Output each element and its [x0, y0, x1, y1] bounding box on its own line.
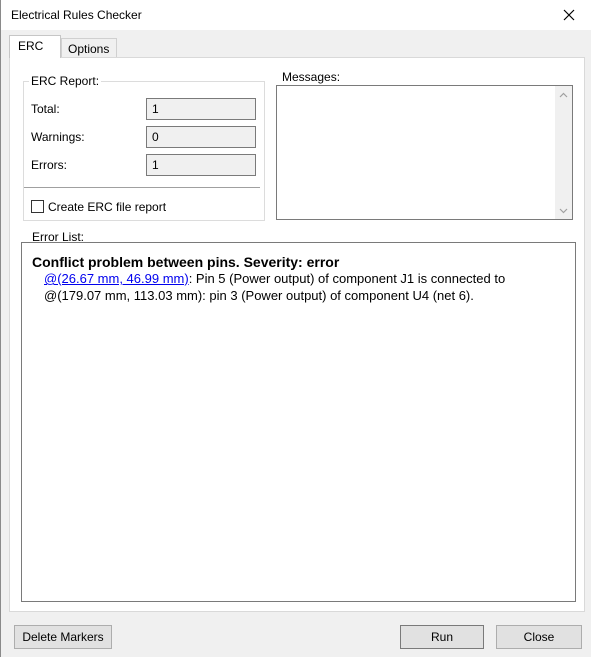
error-item-line-1: @(26.67 mm, 46.99 mm): Pin 5 (Power outp…: [44, 271, 505, 286]
messages-textarea[interactable]: [276, 85, 573, 220]
errors-value-field: 1: [146, 154, 256, 176]
create-erc-file-report-checkbox[interactable]: [31, 200, 44, 213]
window-title: Electrical Rules Checker: [11, 8, 142, 22]
tab-options[interactable]: Options: [61, 38, 117, 58]
warnings-value-field: 0: [146, 126, 256, 148]
error-list-view[interactable]: Conflict problem between pins. Severity:…: [21, 242, 576, 602]
total-label: Total:: [31, 102, 60, 116]
close-button[interactable]: Close: [496, 625, 582, 649]
error-item-title: Conflict problem between pins. Severity:…: [32, 254, 340, 270]
scroll-up-button[interactable]: [555, 86, 572, 103]
messages-scrollbar[interactable]: [555, 86, 572, 219]
erc-dialog: Electrical Rules Checker ERC Options ERC…: [0, 0, 591, 657]
chevron-up-icon: [559, 92, 568, 97]
total-value-field: 1: [146, 98, 256, 120]
window-close-button[interactable]: [546, 0, 591, 30]
error-location-link[interactable]: @(26.67 mm, 46.99 mm): [44, 271, 189, 286]
run-button[interactable]: Run: [400, 625, 484, 649]
title-bar: Electrical Rules Checker: [1, 0, 591, 30]
error-item-line-1-text: : Pin 5 (Power output) of component J1 i…: [188, 271, 506, 286]
erc-report-label: ERC Report:: [29, 74, 102, 88]
chevron-down-icon: [559, 208, 568, 213]
report-separator: [24, 187, 260, 188]
scroll-down-button[interactable]: [555, 202, 572, 219]
tab-options-label: Options: [68, 42, 110, 56]
tab-erc[interactable]: ERC: [9, 35, 61, 58]
close-icon: [563, 9, 575, 21]
tab-erc-label: ERC: [18, 39, 44, 53]
create-erc-file-report-label[interactable]: Create ERC file report: [48, 200, 166, 214]
errors-label: Errors:: [31, 158, 67, 172]
erc-report-group: ERC Report: Total: 1 Warnings: 0 Errors:…: [23, 74, 265, 221]
erc-tab-panel: ERC Report: Total: 1 Warnings: 0 Errors:…: [9, 57, 585, 612]
error-item-line-2: @(179.07 mm, 113.03 mm): pin 3 (Power ou…: [44, 288, 474, 303]
delete-markers-button[interactable]: Delete Markers: [14, 625, 112, 649]
messages-label: Messages:: [282, 70, 341, 84]
warnings-label: Warnings:: [31, 130, 85, 144]
